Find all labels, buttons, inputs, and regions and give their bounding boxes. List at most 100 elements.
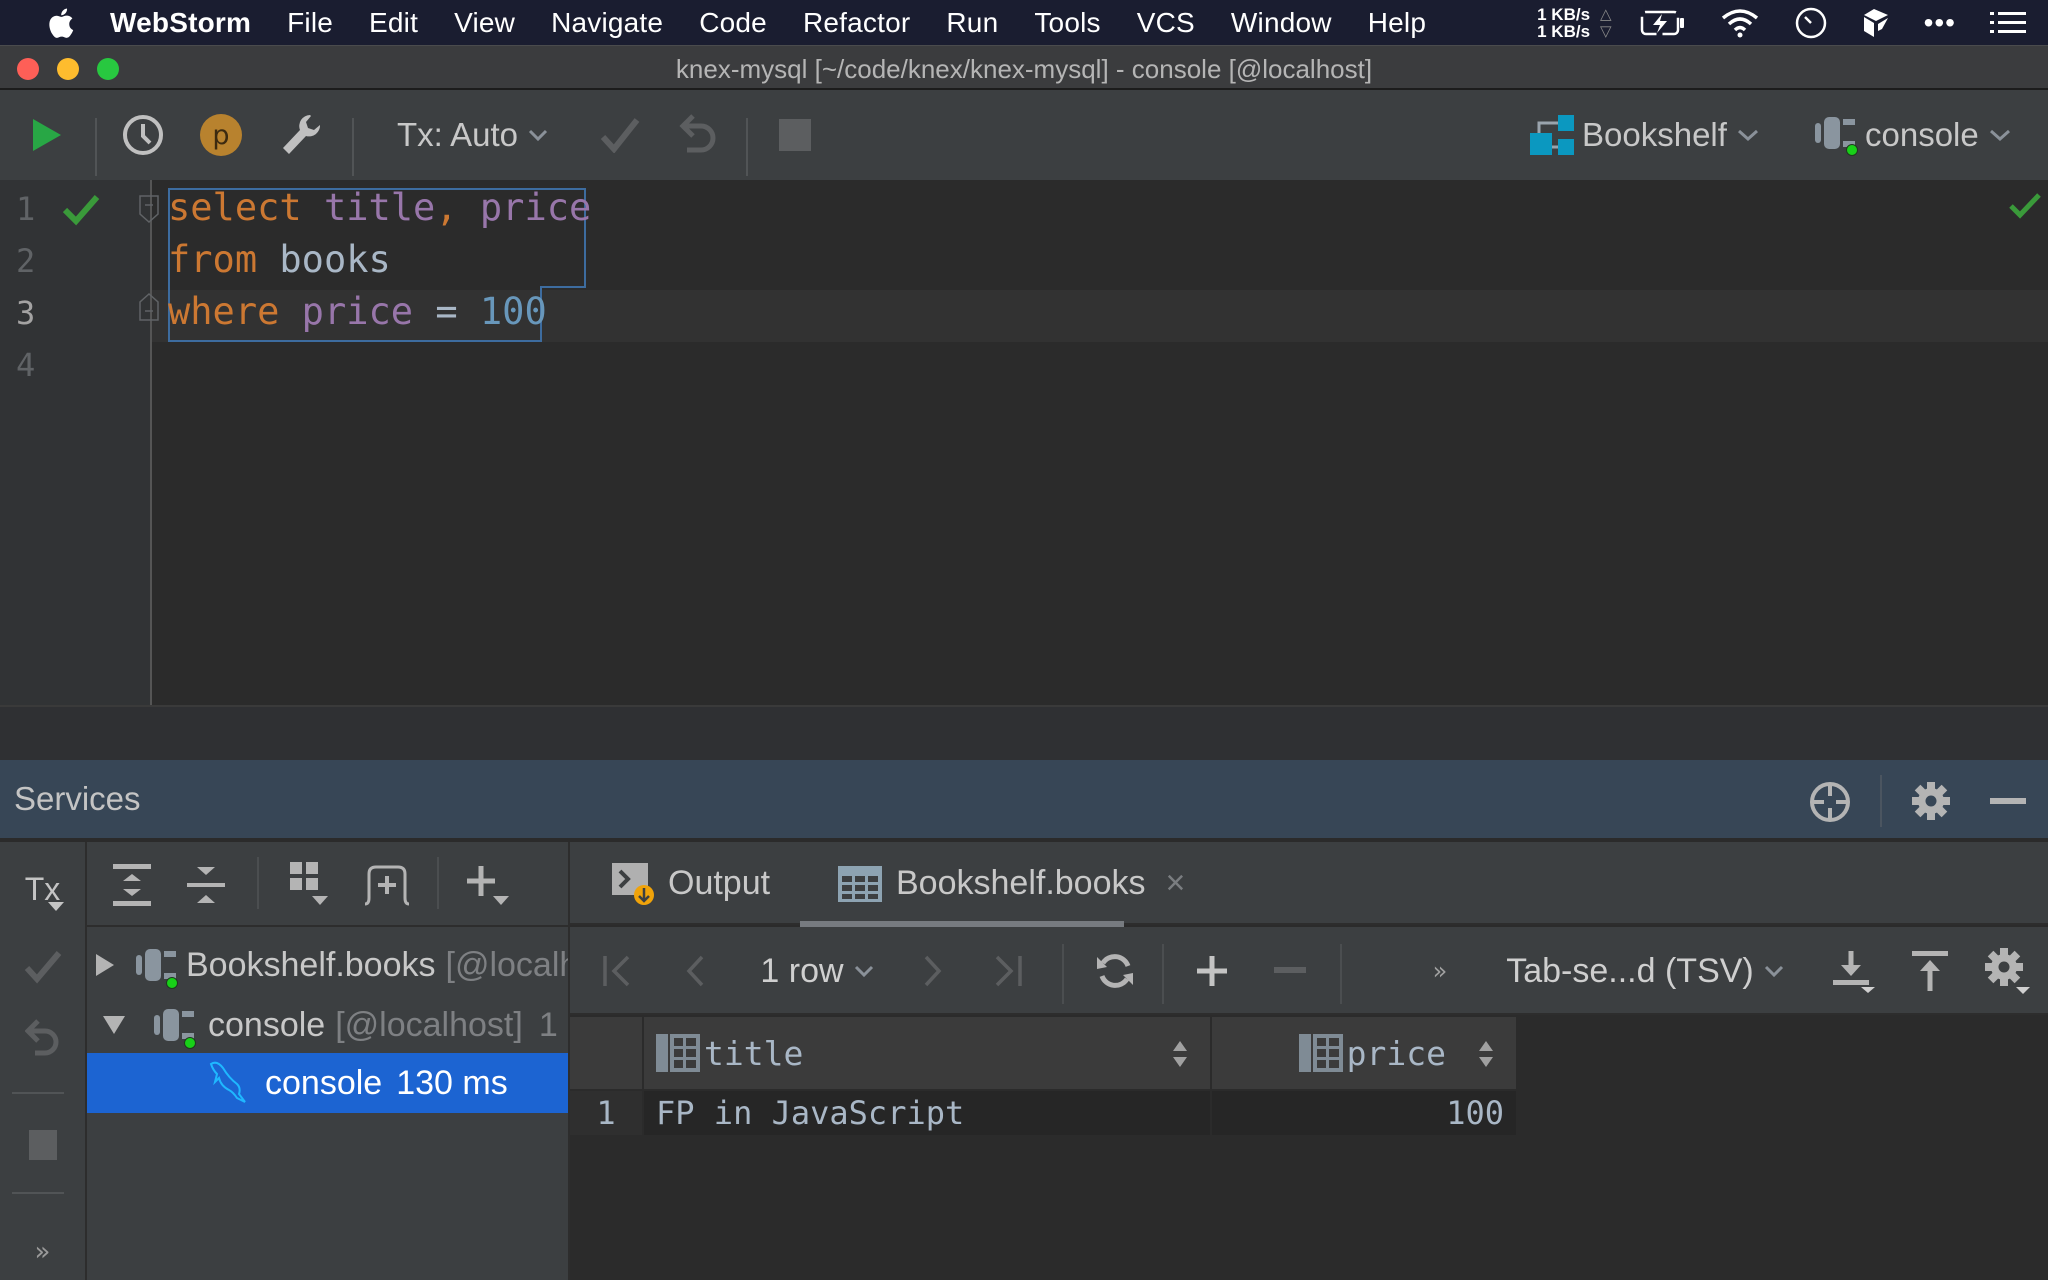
list-icon[interactable] [1990, 11, 2026, 35]
target-icon[interactable] [1808, 780, 1852, 824]
delete-row-button[interactable] [1260, 927, 1320, 1015]
new-tab-button[interactable] [357, 842, 417, 927]
editor-bottom-strip [0, 705, 2048, 760]
gear-icon[interactable] [1910, 780, 1952, 822]
download-icon [1833, 951, 1875, 993]
refresh-button[interactable] [1085, 927, 1145, 1015]
minimize-icon[interactable] [1990, 798, 2026, 804]
tree-item-name: console [208, 1005, 326, 1044]
minus-icon [1274, 967, 1306, 973]
row-number-header [570, 1017, 642, 1089]
code-line-2: from books [168, 238, 391, 281]
code-token: = [413, 290, 480, 333]
tree-item-bookshelf-books[interactable]: Bookshelf.books [@localhost] [87, 935, 568, 995]
column-header-price[interactable]: price [1212, 1017, 1516, 1089]
rollback-button[interactable] [0, 1012, 85, 1068]
code-token: price [479, 186, 592, 229]
stop-button[interactable] [770, 90, 820, 180]
first-page-icon [603, 955, 630, 987]
last-page-button[interactable] [978, 927, 1038, 1015]
expand-all-button[interactable] [107, 842, 157, 927]
menu-tools[interactable]: Tools [1034, 7, 1100, 39]
console-plug-icon [134, 945, 182, 989]
export-format-dropdown[interactable]: Tab-se...d (TSV) [1490, 927, 1800, 1015]
execute-button[interactable] [22, 90, 72, 180]
menu-code[interactable]: Code [699, 7, 767, 39]
menu-app-webstorm[interactable]: WebStorm [110, 7, 251, 39]
sort-arrows-icon[interactable] [1478, 1039, 1494, 1069]
net-arrows-icon: △ ▽ [1600, 5, 1612, 40]
commit-button[interactable] [595, 90, 645, 180]
stop-button[interactable] [0, 1120, 85, 1170]
play-icon [33, 119, 61, 151]
cell-title[interactable]: FP in JavaScript [644, 1091, 1210, 1135]
tab-bookshelf-books[interactable]: Bookshelf.books × [838, 842, 1185, 925]
column-header-title[interactable]: title [644, 1017, 1210, 1089]
network-speed[interactable]: 1 KB/s 1 KB/s [1537, 6, 1590, 40]
history-button[interactable] [118, 90, 168, 180]
datasource-schema-icon [1530, 115, 1574, 155]
menu-help[interactable]: Help [1368, 7, 1426, 39]
sql-editor[interactable]: 1 2 3 4 select title, price from books w… [0, 180, 2048, 705]
menu-bar-status-area: 1 KB/s 1 KB/s △ ▽ ••• [1537, 0, 2048, 45]
battery-charging-icon[interactable] [1640, 10, 1686, 36]
fold-end-marker-icon[interactable] [138, 292, 160, 322]
menu-refactor[interactable]: Refactor [803, 7, 910, 39]
commit-button[interactable] [0, 942, 85, 992]
tree-item-console[interactable]: console [@localhost] 1 [87, 995, 568, 1055]
dropbox-icon[interactable] [1862, 7, 1890, 39]
tab-label: Output [668, 864, 771, 902]
execution-success-check-icon [62, 195, 100, 226]
page-size-dropdown[interactable]: 1 row [742, 927, 892, 1015]
apple-logo-icon[interactable] [40, 6, 80, 40]
cell-price[interactable]: 100 [1212, 1091, 1516, 1135]
collapse-arrow-icon[interactable] [94, 1014, 134, 1036]
settings-wrench-button[interactable] [276, 90, 326, 180]
chevron-down-icon [1989, 129, 2010, 142]
inspection-ok-check-icon[interactable] [2008, 192, 2042, 220]
datasource-label: Bookshelf [1582, 116, 1727, 153]
expand-arrow-icon[interactable] [94, 952, 116, 978]
menu-navigate[interactable]: Navigate [551, 7, 663, 39]
sort-arrows-icon[interactable] [1172, 1039, 1188, 1069]
tx-mode-button[interactable]: Tx [0, 864, 85, 914]
tree-item-suffix: 1 [538, 1005, 558, 1044]
clock-icon[interactable] [1794, 6, 1828, 40]
import-upload-button[interactable] [1900, 927, 1960, 1015]
menu-window[interactable]: Window [1231, 7, 1332, 39]
close-tab-icon[interactable]: × [1166, 864, 1186, 903]
chevron-down-icon [1737, 129, 1758, 142]
add-row-button[interactable] [1182, 927, 1242, 1015]
more-icon[interactable]: ••• [1924, 7, 1956, 39]
group-by-button[interactable] [282, 842, 342, 927]
line-number: 4 [16, 346, 36, 384]
previous-page-button[interactable] [670, 927, 720, 1015]
menu-view[interactable]: View [454, 7, 515, 39]
export-download-button[interactable] [1825, 927, 1885, 1015]
grid-settings-button[interactable] [1978, 927, 2038, 1015]
fold-marker-icon[interactable] [138, 194, 160, 224]
first-page-button[interactable] [592, 927, 642, 1015]
session-dropdown[interactable]: console [1815, 90, 2040, 180]
net-upload-speed: 1 KB/s [1537, 4, 1591, 24]
toolbar-overflow-button[interactable]: » [1420, 927, 1460, 1015]
tx-mode-dropdown[interactable]: Tx: Auto [385, 90, 560, 180]
tab-output[interactable]: Output [612, 842, 770, 925]
add-service-button[interactable] [459, 842, 519, 927]
menu-file[interactable]: File [287, 7, 333, 39]
more-tools-button[interactable]: » [0, 1232, 85, 1272]
menu-vcs[interactable]: VCS [1137, 7, 1195, 39]
wifi-icon[interactable] [1720, 8, 1760, 38]
profile-button[interactable]: p [196, 90, 246, 180]
chevron-right-icon [924, 955, 942, 987]
profile-p-icon: p [200, 114, 242, 156]
datasource-dropdown[interactable]: Bookshelf [1530, 90, 1780, 180]
next-page-button[interactable] [908, 927, 958, 1015]
tree-item-console-session[interactable]: console 130 ms [87, 1053, 568, 1113]
menu-edit[interactable]: Edit [369, 7, 418, 39]
menu-run[interactable]: Run [946, 7, 998, 39]
collapse-all-button[interactable] [181, 842, 231, 927]
rollback-button[interactable] [673, 90, 723, 180]
